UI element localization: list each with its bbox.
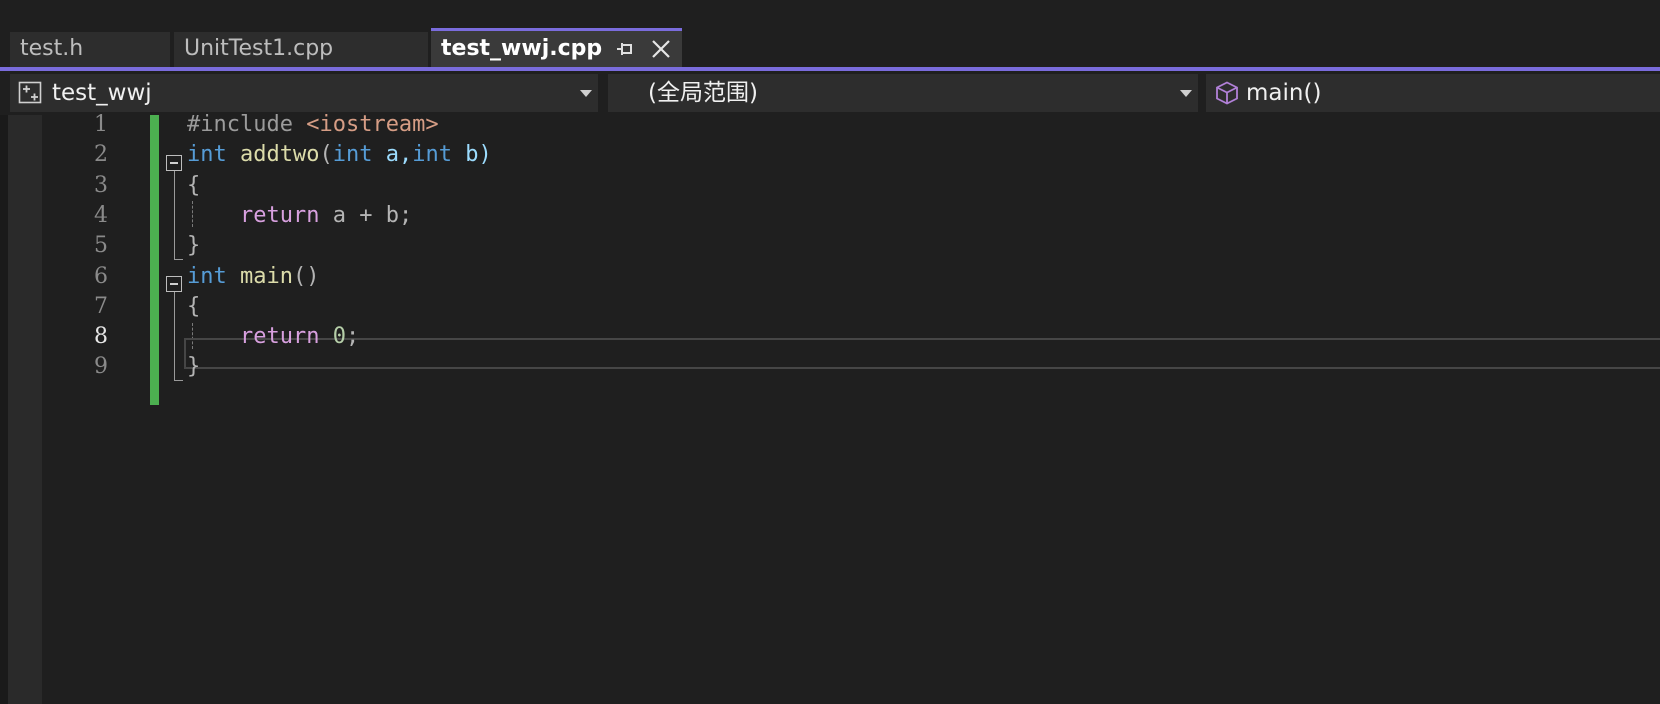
tab-label: test.h xyxy=(20,36,84,61)
code-text: } xyxy=(187,230,200,262)
chevron-down-icon[interactable] xyxy=(580,90,592,97)
code-token: 0 xyxy=(332,324,346,350)
scope-name: (全局范围) xyxy=(648,80,758,106)
code-token: <iostream> xyxy=(306,112,439,137)
line-number: 3 xyxy=(94,172,108,198)
code-token: { xyxy=(187,172,201,198)
code-text: int main() xyxy=(187,261,319,293)
tab-test-h[interactable]: test.h xyxy=(10,32,170,67)
line-number: 4 xyxy=(94,202,108,228)
code-text: return 0; xyxy=(187,321,359,353)
line-number: 9 xyxy=(94,354,108,380)
close-icon[interactable] xyxy=(649,37,673,61)
code-token: b) xyxy=(451,142,492,168)
code-token: a, xyxy=(372,142,413,168)
line-number: 6 xyxy=(94,263,108,289)
project-dropdown[interactable]: test_wwj xyxy=(10,74,598,112)
code-line[interactable]: 8 return 0; xyxy=(0,321,1660,353)
tab-test-wwj-cpp[interactable]: test_wwj.cpp xyxy=(431,28,682,68)
line-number: 5 xyxy=(94,233,108,259)
project-icon xyxy=(18,81,42,104)
document-tab-strip: test.h UnitTest1.cpp test_wwj.cpp xyxy=(0,0,1660,68)
code-line[interactable]: 2 int addtwo(int a,int b) xyxy=(0,139,1660,171)
code-token: #include xyxy=(187,112,307,137)
code-editor[interactable]: 1 #include <iostream> 2 int addtwo(int a,in… xyxy=(0,112,1660,704)
code-token: int xyxy=(332,142,373,168)
code-token: ; xyxy=(345,324,360,350)
tab-label: UnitTest1.cpp xyxy=(184,36,334,61)
code-text: { xyxy=(187,291,200,323)
code-token: addtwo xyxy=(240,142,320,168)
code-line[interactable]: 5} xyxy=(0,230,1660,262)
code-token: ( xyxy=(319,142,333,168)
code-line[interactable]: 7{ xyxy=(0,291,1660,323)
line-number: 7 xyxy=(94,293,108,319)
code-token: a + b; xyxy=(319,202,413,228)
code-token: } xyxy=(187,233,201,259)
code-token: main xyxy=(240,263,293,289)
code-text: { xyxy=(187,170,200,202)
code-token: int xyxy=(187,142,227,168)
code-line[interactable]: 4 return a + b; xyxy=(0,200,1660,232)
method-cube-icon xyxy=(1216,81,1238,105)
line-number: 2 xyxy=(94,142,108,168)
code-line[interactable]: 1 #include <iostream> xyxy=(0,109,1660,141)
code-line[interactable]: 3{ xyxy=(0,170,1660,202)
member-dropdown[interactable]: main() xyxy=(1206,74,1660,112)
code-line[interactable]: 9} xyxy=(0,351,1660,383)
scope-dropdown[interactable]: (全局范围) xyxy=(608,74,1198,112)
code-token: { xyxy=(187,293,201,319)
pin-icon[interactable] xyxy=(614,39,634,59)
code-token: int xyxy=(412,142,452,168)
code-text: return a + b; xyxy=(187,200,412,232)
chevron-down-icon[interactable] xyxy=(1180,90,1192,97)
code-token: } xyxy=(187,354,201,380)
line-number: 1 xyxy=(94,112,108,137)
code-text: #include <iostream> xyxy=(187,109,439,141)
code-token: return xyxy=(239,324,320,350)
code-text: int addtwo(int a,int b) xyxy=(187,139,492,171)
line-number: 8 xyxy=(94,324,108,350)
member-name: main() xyxy=(1246,80,1322,106)
project-name: test_wwj xyxy=(52,80,152,106)
tab-label: test_wwj.cpp xyxy=(441,36,603,61)
tab-unittest1-cpp[interactable]: UnitTest1.cpp xyxy=(174,32,428,67)
code-text: } xyxy=(187,351,200,383)
code-token: return xyxy=(239,202,320,228)
code-token: () xyxy=(292,263,320,289)
code-token: int xyxy=(187,263,227,289)
code-line[interactable]: 6 int main() xyxy=(0,261,1660,293)
